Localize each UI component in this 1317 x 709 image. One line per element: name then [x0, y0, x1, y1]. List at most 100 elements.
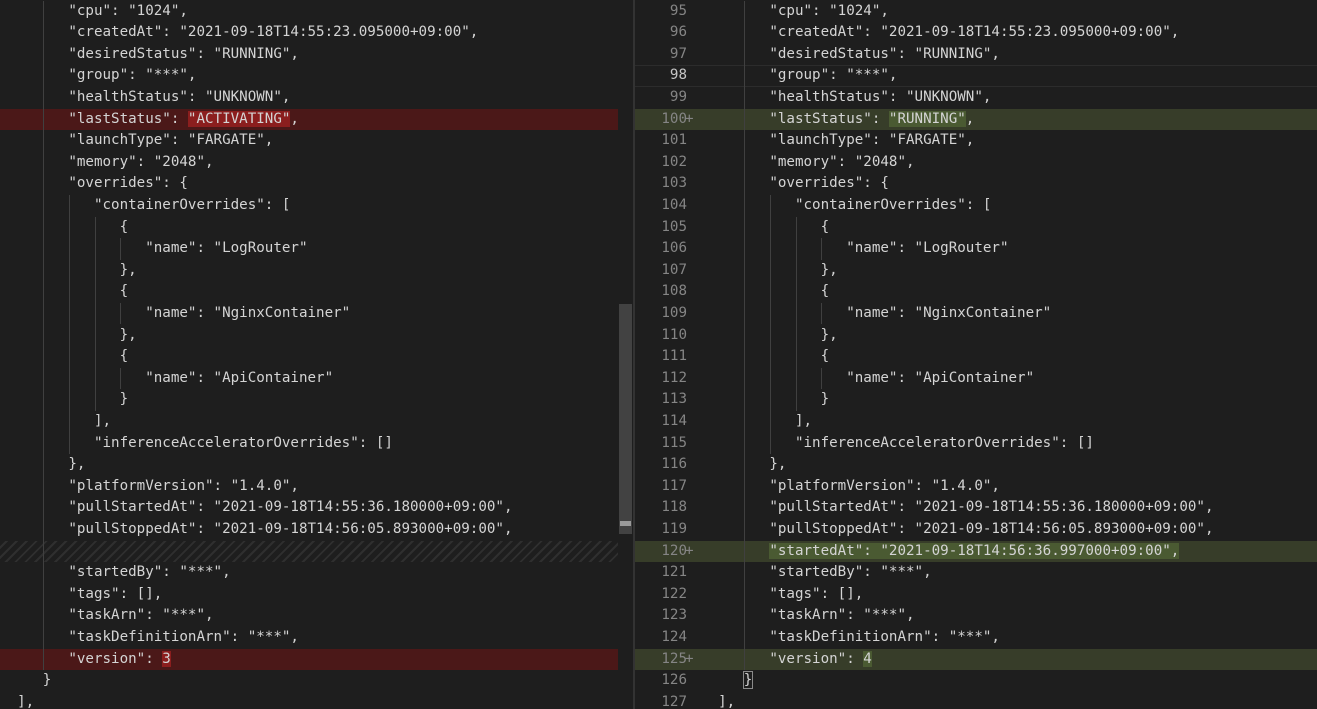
code-line[interactable]: ], — [0, 692, 618, 709]
code-line[interactable]: 96 "createdAt": "2021-09-18T14:55:23.095… — [635, 22, 1317, 44]
code-line[interactable]: 118 "pullStartedAt": "2021-09-18T14:55:3… — [635, 497, 1317, 519]
code-line[interactable]: "memory": "2048", — [0, 152, 618, 174]
code-line[interactable]: "pullStoppedAt": "2021-09-18T14:56:05.89… — [0, 519, 618, 541]
code-text: ], — [701, 693, 736, 709]
code-line[interactable]: 123 "taskArn": "***", — [635, 605, 1317, 627]
code-text: "pullStartedAt": "2021-09-18T14:55:36.18… — [701, 499, 1214, 516]
code-text: } — [701, 391, 830, 408]
line-number: 111 — [661, 348, 687, 365]
indent-guide — [68, 194, 70, 455]
code-line[interactable]: "platformVersion": "1.4.0", — [0, 476, 618, 498]
code-line[interactable]: "group": "***", — [0, 65, 618, 87]
code-line[interactable]: 122 "tags": [], — [635, 584, 1317, 606]
diff-original-pane[interactable]: "cpu": "1024", "createdAt": "2021-09-18T… — [0, 0, 618, 709]
code-line[interactable]: 108 { — [635, 281, 1317, 303]
code-line[interactable]: 117 "platformVersion": "1.4.0", — [635, 476, 1317, 498]
line-number: 113 — [661, 391, 687, 408]
code-line[interactable]: 100 + "lastStatus": "RUNNING", — [635, 108, 1317, 131]
code-text-prefix: "lastStatus": — [0, 110, 188, 127]
code-line[interactable]: 126 } — [635, 670, 1317, 692]
code-line[interactable]: "cpu": "1024", — [0, 1, 618, 23]
line-number: 108 — [661, 283, 687, 300]
code-line[interactable]: "overrides": { — [0, 173, 618, 195]
code-line[interactable]: "startedBy": "***", — [0, 562, 618, 584]
code-line[interactable]: 114 ], — [635, 411, 1317, 433]
code-line[interactable]: "taskArn": "***", — [0, 605, 618, 627]
scrollbar-thumb[interactable] — [619, 304, 632, 534]
code-line[interactable]: 106 "name": "LogRouter" — [635, 238, 1317, 260]
code-line[interactable]: "name": "NginxContainer" — [0, 303, 618, 325]
code-text: "taskDefinitionArn": "***", — [701, 628, 1000, 645]
code-line[interactable]: } — [0, 670, 618, 692]
code-line[interactable]: 112 "name": "ApiContainer" — [635, 368, 1317, 390]
code-text: "overrides": { — [701, 175, 889, 192]
code-line[interactable]: "pullStartedAt": "2021-09-18T14:55:36.18… — [0, 497, 618, 519]
code-text: "name": "LogRouter" — [701, 240, 1009, 257]
line-number: 115 — [661, 434, 687, 451]
diff-modified-pane[interactable]: 95 "cpu": "1024", 96 "createdAt": "2021-0… — [635, 0, 1317, 709]
code-line[interactable]: 107 }, — [635, 260, 1317, 282]
code-line[interactable]: 97 "desiredStatus": "RUNNING", — [635, 44, 1317, 66]
code-line[interactable]: } — [0, 389, 618, 411]
diff-filler-row[interactable] — [0, 540, 618, 563]
code-text: "platformVersion": "1.4.0", — [0, 477, 299, 494]
code-line[interactable]: "name": "ApiContainer" — [0, 368, 618, 390]
code-line[interactable]: "createdAt": "2021-09-18T14:55:23.095000… — [0, 22, 618, 44]
code-line[interactable]: "desiredStatus": "RUNNING", — [0, 44, 618, 66]
code-line[interactable]: 95 "cpu": "1024", — [635, 1, 1317, 23]
matching-bracket: } — [742, 671, 754, 690]
code-line[interactable]: "lastStatus": "ACTIVATING", — [0, 108, 618, 131]
indent-guide — [43, 0, 44, 671]
code-line[interactable]: 109 "name": "NginxContainer" — [635, 303, 1317, 325]
code-line[interactable]: "launchType": "FARGATE", — [0, 130, 618, 152]
code-line[interactable]: 121 "startedBy": "***", — [635, 562, 1317, 584]
code-line[interactable]: ], — [0, 411, 618, 433]
code-line[interactable]: "containerOverrides": [ — [0, 195, 618, 217]
code-line[interactable]: 113 } — [635, 389, 1317, 411]
code-line[interactable]: 103 "overrides": { — [635, 173, 1317, 195]
code-line[interactable]: 127 ], — [635, 692, 1317, 709]
code-line[interactable]: 120 + "startedAt": "2021-09-18T14:56:36.9… — [635, 540, 1317, 563]
code-line[interactable]: { — [0, 346, 618, 368]
line-number: 126 — [661, 672, 687, 689]
code-line[interactable]: 110 }, — [635, 325, 1317, 347]
code-line[interactable]: { — [0, 217, 618, 239]
vertical-scrollbar[interactable] — [618, 0, 633, 709]
code-line[interactable]: 125 + "version": 4 — [635, 648, 1317, 671]
code-line[interactable]: 101 "launchType": "FARGATE", — [635, 130, 1317, 152]
code-line[interactable]: 119 "pullStoppedAt": "2021-09-18T14:56:0… — [635, 519, 1317, 541]
line-number: 106 — [661, 240, 687, 257]
code-text: "memory": "2048", — [0, 153, 214, 170]
code-text: } — [0, 672, 52, 689]
code-line[interactable]: 98 "group": "***", — [635, 65, 1317, 87]
code-line[interactable]: 105 { — [635, 217, 1317, 239]
code-line[interactable]: 102 "memory": "2048", — [635, 152, 1317, 174]
line-number: 117 — [661, 477, 687, 494]
code-line[interactable]: 111 { — [635, 346, 1317, 368]
line-number: 122 — [661, 585, 687, 602]
line-number: 96 — [669, 24, 687, 41]
code-line[interactable]: }, — [0, 260, 618, 282]
code-line[interactable]: 99 "healthStatus": "UNKNOWN", — [635, 87, 1317, 109]
code-text-prefix — [701, 543, 769, 559]
code-line[interactable]: "tags": [], — [0, 584, 618, 606]
code-text: "inferenceAcceleratorOverrides": [] — [701, 434, 1094, 451]
code-text: } — [0, 391, 129, 408]
code-text: { — [0, 218, 129, 235]
code-line[interactable]: "version": 3 — [0, 648, 618, 671]
code-text: "taskArn": "***", — [0, 607, 214, 624]
code-line[interactable]: "inferenceAcceleratorOverrides": [] — [0, 433, 618, 455]
code-line[interactable]: { — [0, 281, 618, 303]
code-line[interactable]: "name": "LogRouter" — [0, 238, 618, 260]
code-line[interactable]: 104 "containerOverrides": [ — [635, 195, 1317, 217]
code-line[interactable]: "healthStatus": "UNKNOWN", — [0, 87, 618, 109]
code-text: "platformVersion": "1.4.0", — [701, 477, 1000, 494]
code-line[interactable]: }, — [0, 454, 618, 476]
code-line[interactable]: 124 "taskDefinitionArn": "***", — [635, 627, 1317, 649]
code-line[interactable]: 116 }, — [635, 454, 1317, 476]
code-line[interactable]: 115 "inferenceAcceleratorOverrides": [] — [635, 433, 1317, 455]
code-text-prefix: "lastStatus": — [701, 110, 889, 127]
code-line[interactable]: }, — [0, 325, 618, 347]
code-text: "group": "***", — [701, 67, 898, 84]
code-line[interactable]: "taskDefinitionArn": "***", — [0, 627, 618, 649]
